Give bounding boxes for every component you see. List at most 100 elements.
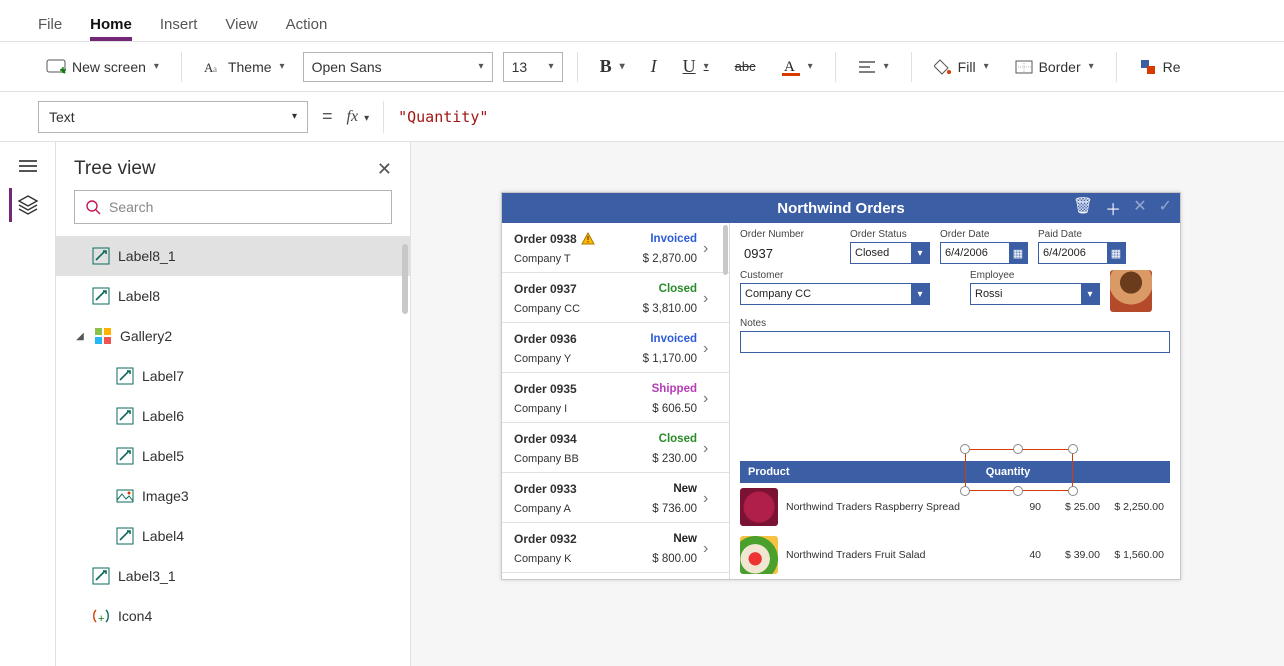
menu-file[interactable]: File (38, 16, 62, 41)
order-status-select[interactable]: Closed▾ (850, 242, 930, 264)
tree-item-label7[interactable]: Label7 (56, 356, 410, 396)
accept-icon[interactable]: ✓ (1159, 196, 1172, 220)
chevron-right-icon: › (703, 240, 721, 258)
order-company: Company K (514, 553, 646, 565)
order-status: New (652, 483, 697, 495)
theme-button[interactable]: Aa Theme▾ (196, 59, 293, 75)
order-date-input[interactable]: 6/4/2006▦ (940, 242, 1028, 264)
order-id: Order 0937 (514, 282, 637, 296)
add-icon[interactable]: ＋ (1105, 196, 1121, 220)
menu-home[interactable]: Home (90, 16, 132, 41)
tree-item-label: Label8_1 (118, 248, 176, 264)
order-amount: $ 1,170.00 (643, 353, 697, 365)
font-select[interactable]: Open Sans▾ (303, 52, 493, 82)
fill-button[interactable]: Fill▾ (926, 58, 997, 76)
order-list-item[interactable]: Order 0936Invoiced›Company Y$ 1,170.00 (502, 323, 729, 373)
order-list-item[interactable]: Order 0935Shipped›Company I$ 606.50 (502, 373, 729, 423)
italic-button[interactable]: I (643, 56, 665, 77)
order-list-item[interactable]: Order 0932New›Company K$ 800.00 (502, 523, 729, 573)
product-qty: 90 (999, 501, 1047, 513)
customer-select[interactable]: Company CC▾ (740, 283, 930, 305)
tree-item-label8_1[interactable]: Label8_1 (56, 236, 410, 276)
strike-button[interactable]: abc (727, 59, 764, 74)
tree-item-label: Label4 (142, 528, 184, 544)
order-status: Closed (652, 433, 697, 445)
order-status: New (652, 533, 697, 545)
product-rows: Northwind Traders Raspberry Spread90$ 25… (740, 483, 1170, 579)
col-quantity[interactable]: Quantity (978, 466, 1038, 478)
label-notes: Notes (740, 318, 1170, 329)
tree-item-gallery2[interactable]: ◢Gallery2 (56, 316, 410, 356)
menu-action[interactable]: Action (286, 16, 328, 41)
image-icon (116, 487, 134, 505)
employee-avatar (1110, 270, 1152, 312)
formula-input[interactable]: "Quantity" (398, 108, 488, 126)
tree-view-tab[interactable] (9, 188, 43, 222)
tree-item-label6[interactable]: Label6 (56, 396, 410, 436)
chevron-right-icon: › (703, 490, 721, 508)
tree-item-label4[interactable]: Label4 (56, 516, 410, 556)
search-icon (85, 199, 101, 215)
scrollbar-thumb[interactable] (723, 225, 728, 275)
product-name: Northwind Traders Fruit Salad (786, 549, 995, 561)
label-icon (116, 367, 134, 385)
label-icon (92, 287, 110, 305)
chevron-right-icon: › (703, 290, 721, 308)
order-status: Invoiced (643, 333, 697, 345)
border-button[interactable]: Border▾ (1007, 59, 1102, 75)
border-icon (1015, 60, 1033, 74)
product-thumb (740, 536, 778, 574)
svg-text:+: + (98, 613, 104, 625)
cancel-icon[interactable]: ✕ (1133, 196, 1146, 220)
svg-text:a: a (213, 64, 217, 74)
order-list-item[interactable]: Order 0938 Invoiced›Company T$ 2,870.00 (502, 223, 729, 273)
menu-view[interactable]: View (225, 16, 257, 41)
chevron-right-icon: › (703, 390, 721, 408)
bold-button[interactable]: B▾ (592, 56, 633, 77)
order-list-item[interactable]: Order 0933New›Company A$ 736.00 (502, 473, 729, 523)
order-list-item[interactable]: Order 0934Closed›Company BB$ 230.00 (502, 423, 729, 473)
screen-icon (46, 59, 66, 75)
tree-item-label5[interactable]: Label5 (56, 436, 410, 476)
label-icon (116, 527, 134, 545)
reorder-button[interactable]: Re (1131, 58, 1189, 76)
canvas[interactable]: Northwind Orders 🗑 ＋ ✕ ✓ Order 0938 Invo… (411, 142, 1284, 666)
close-icon[interactable]: ✕ (377, 159, 392, 180)
product-row[interactable]: Northwind Traders Raspberry Spread90$ 25… (740, 483, 1170, 531)
trash-icon[interactable]: 🗑 (1073, 196, 1093, 220)
new-screen-button[interactable]: New screen▾ (38, 59, 167, 75)
product-thumb (740, 488, 778, 526)
product-price: $ 25.00 (1051, 501, 1106, 513)
underline-button[interactable]: U▾ (675, 56, 717, 77)
font-size-select[interactable]: 13▾ (503, 52, 563, 82)
property-select[interactable]: Text▾ (38, 101, 308, 133)
svg-text:A: A (784, 59, 795, 75)
paid-date-input[interactable]: 6/4/2006▦ (1038, 242, 1126, 264)
tree-item-icon4[interactable]: + Icon4 (56, 596, 410, 636)
search-input[interactable]: Search (74, 190, 392, 224)
scrollbar-thumb[interactable] (402, 244, 408, 314)
product-table-header: Product Quantity (740, 461, 1170, 483)
tree-item-label8[interactable]: Label8 (56, 276, 410, 316)
notes-input[interactable] (740, 331, 1170, 353)
order-company: Company T (514, 253, 637, 265)
tree-item-label: Icon4 (118, 608, 152, 624)
left-rail (0, 142, 56, 666)
hamburger-icon[interactable] (19, 160, 37, 172)
caret-icon[interactable]: ◢ (74, 331, 86, 342)
chevron-right-icon: › (703, 540, 721, 558)
align-button[interactable]: ▾ (850, 60, 897, 74)
menu-insert[interactable]: Insert (160, 16, 198, 41)
tree-item-label: Label6 (142, 408, 184, 424)
order-list-item[interactable]: Order 0937Closed›Company CC$ 3,810.00 (502, 273, 729, 323)
order-id: Order 0932 (514, 532, 646, 546)
employee-select[interactable]: Rossi▾ (970, 283, 1100, 305)
product-total: $ 2,250.00 (1110, 501, 1170, 513)
product-row[interactable]: Northwind Traders Fruit Salad40$ 39.00$ … (740, 531, 1170, 579)
fx-button[interactable]: fx ▾ (347, 108, 370, 126)
order-id: Order 0935 (514, 382, 646, 396)
tree-item-image3[interactable]: Image3 (56, 476, 410, 516)
tree-item-label3_1[interactable]: Label3_1 (56, 556, 410, 596)
font-color-button[interactable]: A▾ (774, 57, 821, 77)
warning-icon (581, 232, 595, 246)
